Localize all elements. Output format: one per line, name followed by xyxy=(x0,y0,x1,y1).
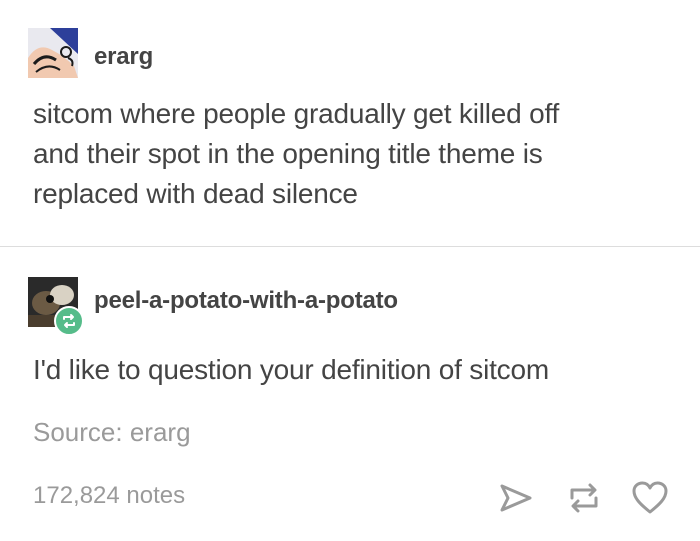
post-text-line: and their spot in the opening title them… xyxy=(33,138,543,169)
post-text-line: sitcom where people gradually get killed… xyxy=(33,98,560,129)
post-actions xyxy=(440,478,670,522)
share-icon xyxy=(500,484,532,512)
reblog-badge-icon xyxy=(54,306,84,336)
notes-count[interactable]: 172,824 notes xyxy=(33,482,185,510)
reply-poster-username[interactable]: peel-a-potato-with-a-potato xyxy=(94,287,398,315)
heart-icon xyxy=(632,481,668,514)
reblog-icon xyxy=(570,483,598,513)
like-button[interactable] xyxy=(630,478,670,518)
original-poster-username[interactable]: erarg xyxy=(94,43,153,71)
reblog-button[interactable] xyxy=(564,478,604,518)
original-poster-avatar[interactable] xyxy=(28,28,78,78)
share-button[interactable] xyxy=(496,478,536,518)
reply-text: I'd like to question your definition of … xyxy=(33,354,549,385)
post-text-line: replaced with dead silence xyxy=(33,178,358,209)
post-divider xyxy=(0,246,700,247)
source-link[interactable]: Source: erarg xyxy=(33,417,191,448)
